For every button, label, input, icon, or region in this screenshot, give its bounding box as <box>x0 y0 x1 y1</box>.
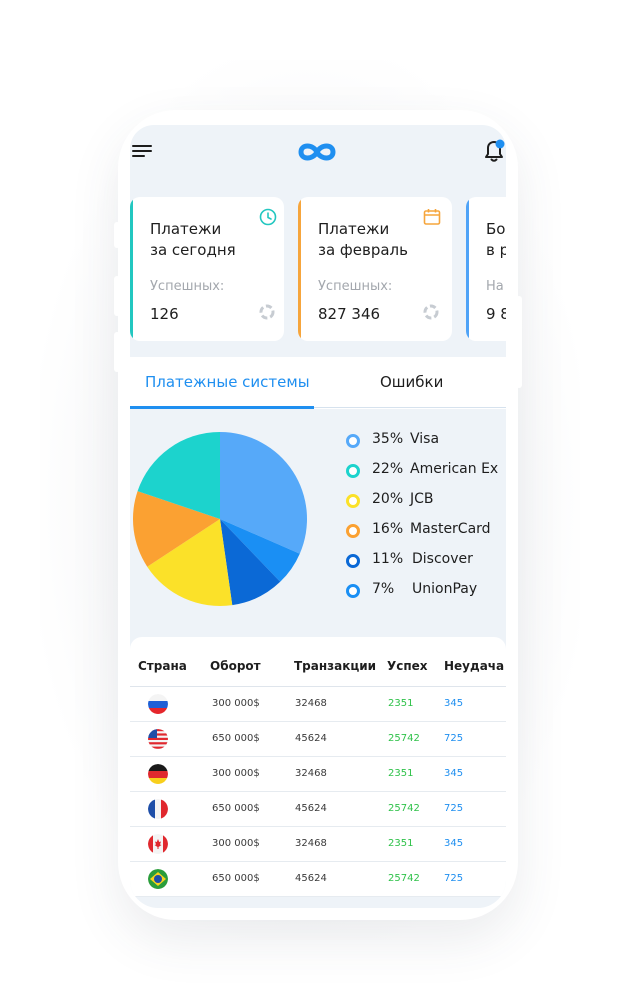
clock-icon <box>259 208 277 226</box>
legend-percent: 35% <box>372 431 404 447</box>
legend-percent: 11% <box>372 551 404 567</box>
legend-percent: 7% <box>372 581 395 597</box>
legend-dot <box>346 584 360 598</box>
active-tab-indicator <box>130 406 314 409</box>
phone-volume-down-button <box>114 332 120 372</box>
phone-power-button <box>516 296 522 388</box>
card-value: 9 8 <box>486 305 506 323</box>
payments-today-card[interactable]: Платежи за сегодня Успешных: 126 <box>130 197 284 341</box>
fail-cell: 345 <box>444 768 464 779</box>
table-row[interactable]: 300 000$ 32468 2351 345 <box>130 757 506 792</box>
table-row[interactable]: 650 000$ 45624 25742 725 <box>130 792 506 827</box>
tab-errors[interactable]: Ошибки <box>380 373 443 391</box>
fail-cell: 345 <box>444 838 464 849</box>
legend-percent: 16% <box>372 521 404 537</box>
card-title: Платежи за сегодня <box>150 220 236 259</box>
transactions-cell: 32468 <box>295 768 327 779</box>
transactions-cell: 45624 <box>295 803 327 814</box>
column-header-transactions[interactable]: Транзакции <box>294 659 376 673</box>
table-row[interactable]: 650 000$ 45624 25742 725 <box>130 862 506 897</box>
fail-cell: 725 <box>444 803 464 814</box>
success-cell: 25742 <box>388 803 420 814</box>
column-header-country[interactable]: Страна <box>138 659 187 673</box>
fail-cell: 345 <box>444 698 464 709</box>
card-value: 126 <box>150 305 179 323</box>
table-row[interactable]: 300 000$ 32468 2351 345 <box>130 687 506 722</box>
legend-dot <box>346 524 360 538</box>
brazil-flag-icon <box>148 869 168 889</box>
tab-payment-systems[interactable]: Платежные системы <box>145 373 310 391</box>
legend-dot <box>346 464 360 478</box>
legend-label: Visa <box>410 431 440 447</box>
app-screen: Платежи за сегодня Успешных: 126 Платежи з… <box>130 125 506 908</box>
countries-table: Страна Оборот Транзакции Успех Неудача 3… <box>130 637 506 897</box>
germany-flag-icon <box>148 764 168 784</box>
card-value: 827 346 <box>318 305 381 323</box>
fail-cell: 725 <box>444 733 464 744</box>
legend-dot <box>346 434 360 448</box>
legend-dot <box>346 494 360 508</box>
loading-spinner-icon <box>423 304 439 320</box>
turnover-cell: 300 000$ <box>212 768 260 779</box>
turnover-cell: 650 000$ <box>212 803 260 814</box>
loading-spinner-icon <box>259 304 275 320</box>
success-cell: 25742 <box>388 873 420 884</box>
legend-percent: 22% <box>372 461 404 477</box>
transactions-cell: 32468 <box>295 838 327 849</box>
column-header-turnover[interactable]: Оборот <box>210 659 261 673</box>
legend-label: Discover <box>412 551 473 567</box>
success-cell: 2351 <box>388 838 414 849</box>
success-cell: 25742 <box>388 733 420 744</box>
column-header-fail[interactable]: Неудача <box>444 659 504 673</box>
table-row[interactable]: 300 000$ 32468 2351 345 <box>130 827 506 862</box>
card-title: Бо в р <box>486 220 506 259</box>
turnover-cell: 300 000$ <box>212 698 260 709</box>
phone-side-button <box>114 222 120 248</box>
transactions-cell: 32468 <box>295 698 327 709</box>
transactions-cell: 45624 <box>295 873 327 884</box>
russia-flag-icon <box>148 694 168 714</box>
usa-flag-icon <box>148 729 168 749</box>
card-label: Успешных: <box>150 279 225 294</box>
tab-bar: Платежные системы Ошибки <box>130 357 506 409</box>
turnover-cell: 650 000$ <box>212 873 260 884</box>
phone-volume-up-button <box>114 276 120 316</box>
fail-cell: 725 <box>444 873 464 884</box>
card-label: Успешных: <box>318 279 393 294</box>
success-cell: 2351 <box>388 698 414 709</box>
card-label: На <box>486 279 504 294</box>
legend-label: JCB <box>410 491 434 507</box>
balance-card[interactable]: Бо в р На 9 8 <box>466 197 506 341</box>
payments-february-card[interactable]: Платежи за февраль Успешных: 827 346 <box>298 197 452 341</box>
legend-label: MasterCard <box>410 521 491 537</box>
transactions-cell: 45624 <box>295 733 327 744</box>
legend-percent: 20% <box>372 491 404 507</box>
legend-dot <box>346 554 360 568</box>
card-title: Платежи за февраль <box>318 220 408 259</box>
france-flag-icon <box>148 799 168 819</box>
payment-systems-pie-chart <box>132 432 307 606</box>
infinity-logo-icon <box>298 143 336 161</box>
card-accent-bar <box>298 197 301 341</box>
turnover-cell: 650 000$ <box>212 733 260 744</box>
bell-icon[interactable] <box>482 137 506 165</box>
canada-flag-icon <box>148 834 168 854</box>
column-header-success[interactable]: Успех <box>387 659 428 673</box>
turnover-cell: 300 000$ <box>212 838 260 849</box>
card-accent-bar <box>130 197 133 341</box>
hamburger-menu-icon[interactable] <box>132 145 152 159</box>
calendar-icon <box>423 209 441 225</box>
success-cell: 2351 <box>388 768 414 779</box>
legend-label: UnionPay <box>412 581 478 597</box>
legend-label: American Ex <box>410 461 499 477</box>
card-accent-bar <box>466 197 469 341</box>
table-row[interactable]: 650 000$ 45624 25742 725 <box>130 722 506 757</box>
